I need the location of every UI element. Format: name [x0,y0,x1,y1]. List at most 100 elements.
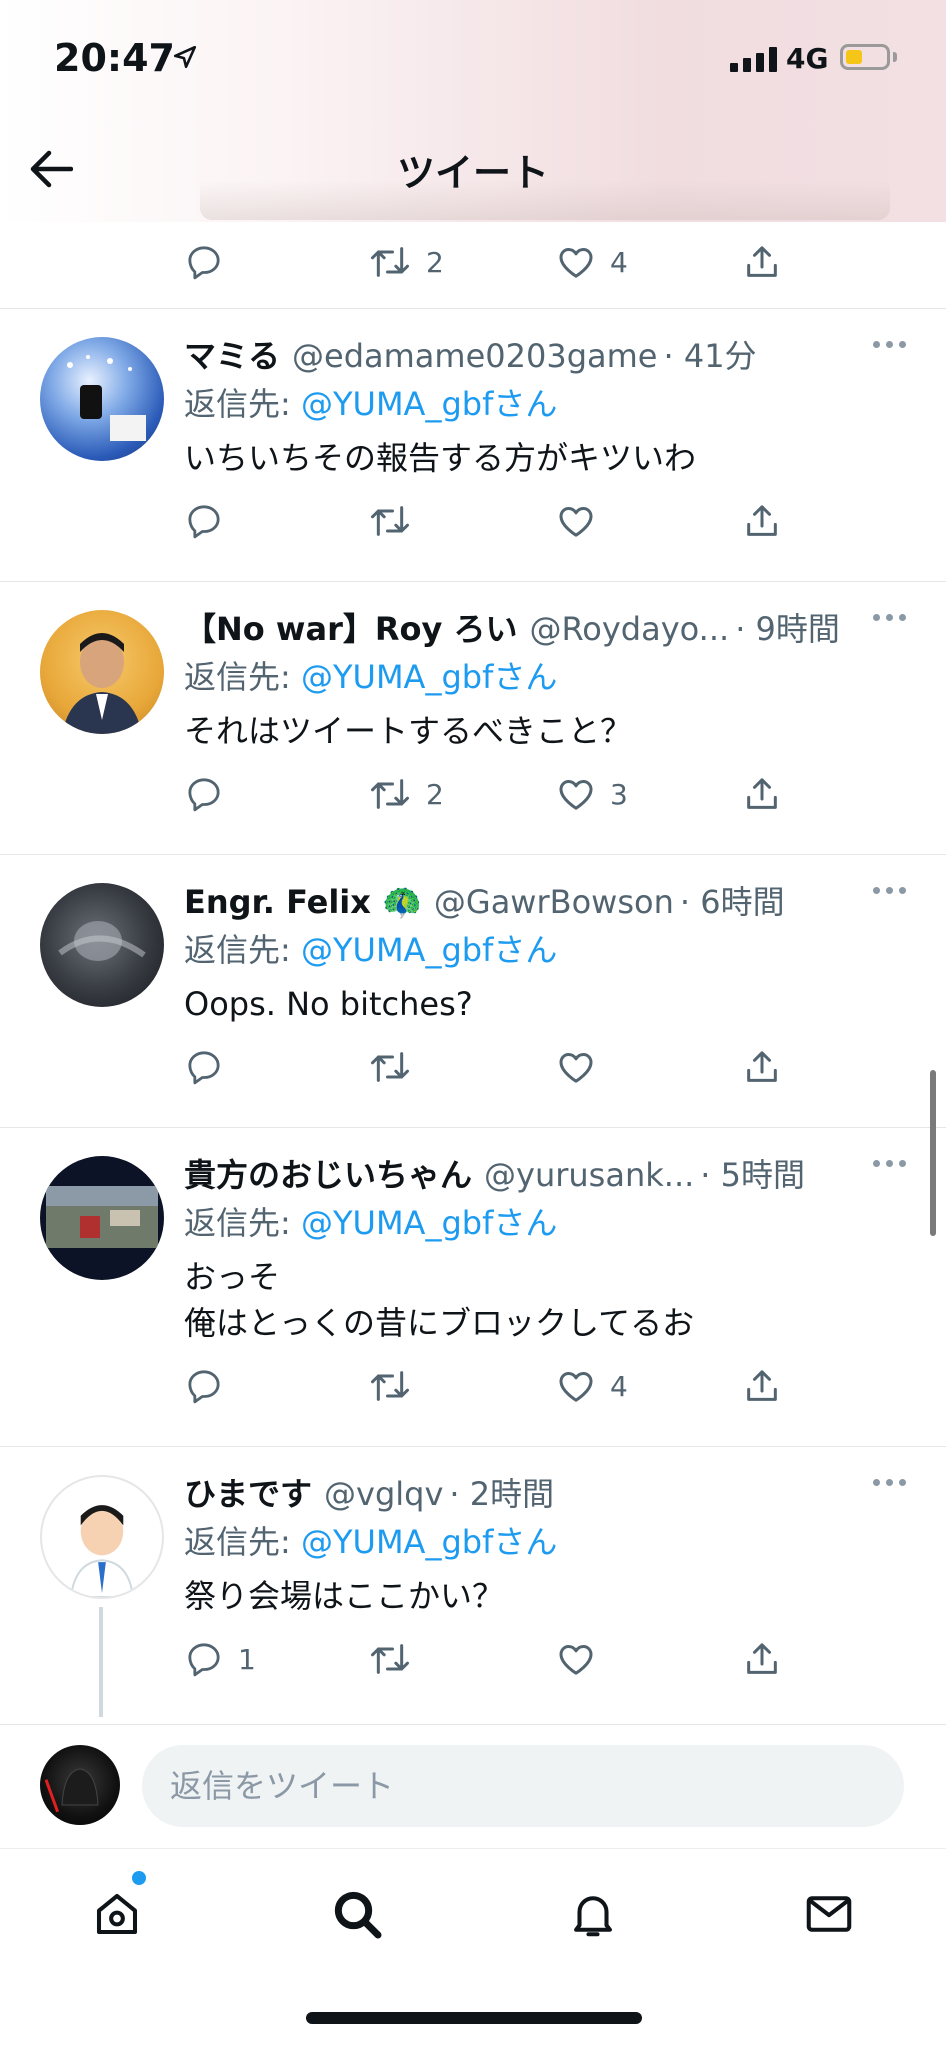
reply-mention-link[interactable]: @YUMA_gbfさん [301,1204,557,1242]
reply-mention-link[interactable]: @YUMA_gbfさん [301,1523,557,1561]
reply-tweet[interactable]: ひまです @vglqv · 2時間 返信先: @YUMA_gbfさん 祭り会場は… [0,1446,946,1719]
avatar-illustration [70,1505,134,1597]
avatar[interactable] [40,337,164,461]
retweet-button[interactable] [368,1047,426,1087]
user-handle[interactable]: @yurusank... [484,1154,694,1196]
retweet-button[interactable]: 2 [368,242,444,282]
reply-icon [188,778,220,812]
more-options-button[interactable] [873,614,906,621]
reply-context: 返信先: @YUMA_gbfさん [184,1521,906,1563]
display-name[interactable]: Engr. Felix 🦚 [184,881,422,923]
reply-prefix: 返信先: [184,385,291,423]
display-name[interactable]: ひまです [184,1473,312,1515]
share-button[interactable] [742,242,782,282]
tweet-time: · 41分 [663,337,757,375]
my-avatar[interactable] [40,1745,120,1825]
heart-icon [559,507,593,537]
reply-tweet[interactable]: Engr. Felix 🦚 @GawrBowson · 6時間 返信先: @YU… [0,854,946,1127]
reply-tweet[interactable]: マミる @edamame0203game · 41分 返信先: @YUMA_gb… [0,308,946,581]
reply-mention-link[interactable]: @YUMA_gbfさん [301,385,557,423]
tab-notifications[interactable] [558,1879,628,1949]
avatar[interactable] [40,610,164,734]
share-button[interactable] [742,1366,782,1406]
home-indicator[interactable] [306,2012,642,2024]
share-button[interactable] [742,501,782,541]
reply-button[interactable] [184,774,238,814]
tab-search[interactable] [322,1879,392,1949]
search-icon [334,1891,382,1939]
reply-button[interactable] [184,501,238,541]
more-options-button[interactable] [873,1160,906,1167]
user-handle[interactable]: @vglqv [324,1473,443,1515]
retweet-icon [371,1644,409,1674]
tweet-time: · 6時間 [679,883,785,921]
reply-mention-link[interactable]: @YUMA_gbfさん [301,931,557,969]
home-icon [96,1893,138,1935]
scrollbar[interactable] [930,1070,936,1236]
reply-button[interactable] [184,242,238,282]
user-handle[interactable]: @Roydayo... [529,608,729,650]
retweet-button[interactable] [368,1639,426,1679]
reply-mention-link[interactable]: @YUMA_gbfさん [301,658,557,696]
more-options-button[interactable] [873,341,906,348]
avatar-illustration [44,1768,99,1813]
share-button[interactable] [742,1047,782,1087]
like-button[interactable]: 4 [556,1366,628,1406]
retweet-icon [371,1052,409,1082]
retweet-button[interactable] [368,1366,426,1406]
avatar[interactable] [40,883,164,1007]
notifications-bell-icon [574,1896,612,1937]
retweet-icon [371,247,409,277]
tab-messages[interactable] [794,1879,864,1949]
reply-icon [188,505,220,539]
like-button[interactable] [556,1047,610,1087]
share-icon [747,246,777,277]
share-button[interactable] [742,774,782,814]
reply-icon [188,246,220,280]
retweet-button[interactable] [368,501,426,541]
reply-context: 返信先: @YUMA_gbfさん [184,1202,906,1244]
like-count: 4 [610,245,628,279]
status-bar: 20:47 4G [0,0,946,120]
header-bar: ツイート [0,120,946,222]
tab-home[interactable] [82,1879,152,1949]
retweet-count: 2 [426,245,444,279]
reply-tweet[interactable]: 貴方のおじいちゃん @yurusank... · 5時間 返信先: @YUMA_… [0,1127,946,1446]
reply-button[interactable] [184,1047,238,1087]
like-button[interactable]: 3 [556,774,628,814]
retweet-button[interactable]: 2 [368,774,444,814]
like-button[interactable]: 4 [556,242,628,282]
reply-count: 1 [238,1642,256,1676]
tweet-time: · 2時間 [449,1475,555,1513]
retweet-icon [371,506,409,536]
share-button[interactable] [742,1639,782,1679]
display-name[interactable]: 貴方のおじいちゃん [184,1154,472,1196]
reply-prefix: 返信先: [184,1204,291,1242]
like-button[interactable] [556,501,610,541]
reply-button[interactable]: 1 [184,1639,256,1679]
avatar[interactable] [40,1475,164,1599]
avatar[interactable] [40,1156,164,1280]
more-options-button[interactable] [873,887,906,894]
share-icon [747,1643,777,1674]
reply-icon [188,1643,220,1677]
notification-dot [132,1871,146,1885]
heart-icon [559,1645,593,1675]
avatar-illustration [62,633,142,734]
status-time: 20:47 [54,36,175,80]
reply-prefix: 返信先: [184,1523,291,1561]
reply-tweet[interactable]: 【No war】Roy ろい @Roydayo... · 9時間 返信先: @Y… [0,581,946,854]
more-options-button[interactable] [873,1479,906,1486]
tweet-actions: 4 [0,1346,906,1432]
tweet-text: おっそ 俺はとっくの昔にブロックしてるお [184,1254,906,1346]
user-handle[interactable]: @edamame0203game [292,335,657,377]
display-name[interactable]: 【No war】Roy ろい [184,608,517,650]
user-handle[interactable]: @GawrBowson [434,881,674,923]
back-button[interactable] [24,142,78,196]
parent-tweet-actions: 2 4 [0,222,946,308]
reply-input[interactable] [142,1745,904,1827]
like-button[interactable] [556,1639,610,1679]
display-name[interactable]: マミる [184,335,280,377]
reply-button[interactable] [184,1366,238,1406]
reply-prefix: 返信先: [184,931,291,969]
